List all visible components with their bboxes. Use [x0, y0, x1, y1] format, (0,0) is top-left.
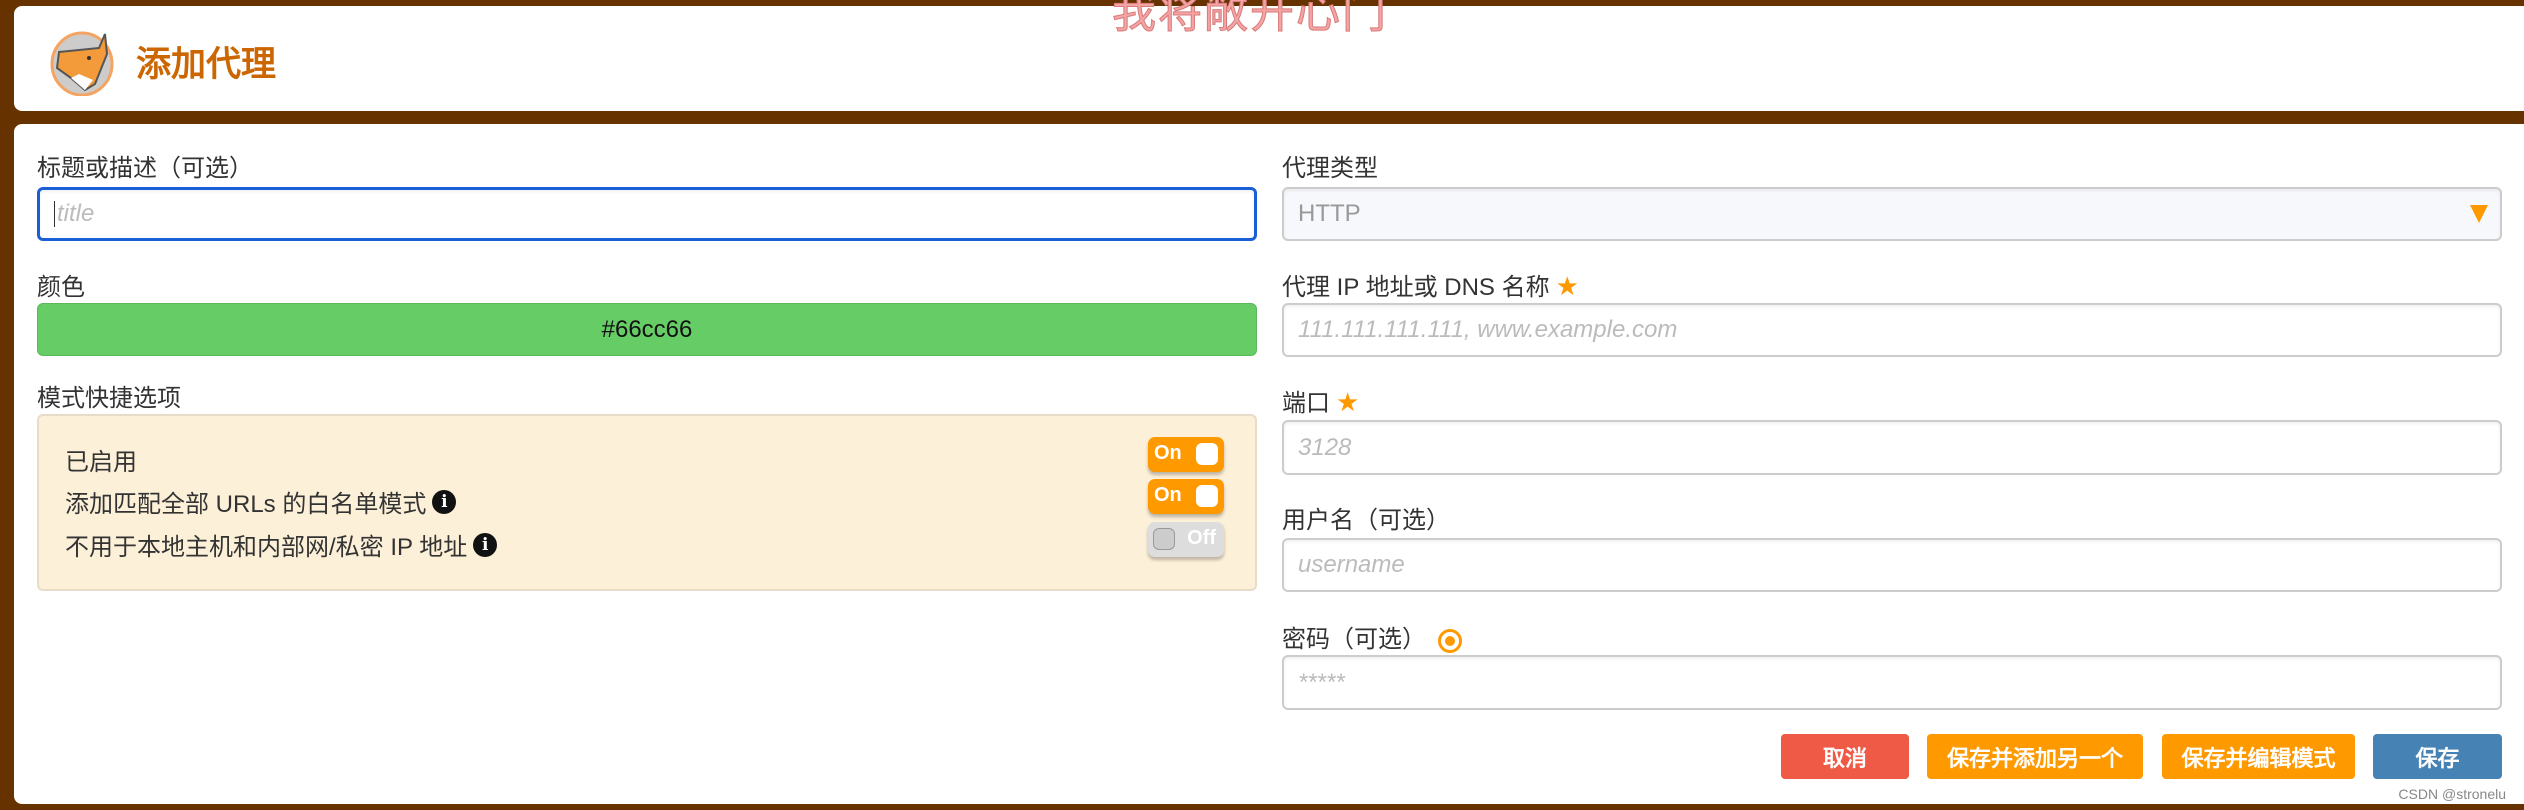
username-label: 用户名（可选）	[1282, 507, 1450, 534]
password-label: 密码（可选）	[1282, 626, 1426, 653]
host-placeholder: 111.111.111.111, www.example.com	[1298, 316, 1678, 343]
eye-icon[interactable]	[1438, 628, 1462, 653]
pattern-label: 添加匹配全部 URLs 的白名单模式	[65, 491, 427, 518]
toggle-text: Off	[1187, 527, 1216, 549]
dropdown-arrow-icon	[2470, 205, 2488, 223]
pattern-row-enabled: 已启用	[65, 442, 137, 477]
fox-logo-icon	[50, 31, 114, 96]
title-placeholder: title	[57, 200, 95, 227]
pattern-label: 已启用	[65, 449, 137, 476]
required-star-icon: ★	[1555, 271, 1579, 301]
color-picker[interactable]: #66cc66	[37, 303, 1257, 356]
port-placeholder: 3128	[1298, 433, 1352, 461]
password-label-wrap: 密码（可选）	[1282, 619, 1462, 654]
port-input[interactable]: 3128	[1282, 420, 2502, 475]
watermark-text: 我将敞开心门	[1112, 0, 1388, 38]
credit-text: CSDN @stronelu	[2398, 786, 2506, 802]
page-title: 添加代理	[136, 45, 277, 84]
color-label: 颜色	[37, 274, 85, 301]
info-icon[interactable]: i	[432, 489, 457, 514]
port-label-wrap: 端口 ★	[1282, 383, 1359, 418]
username-placeholder: username	[1298, 551, 1405, 578]
host-label: 代理 IP 地址或 DNS 名称	[1282, 274, 1550, 301]
toggle-enabled[interactable]: On	[1148, 437, 1224, 472]
cancel-button[interactable]: 取消	[1781, 734, 1909, 779]
proxy-type-select[interactable]: HTTP	[1282, 187, 2502, 241]
password-placeholder: *****	[1298, 668, 1345, 696]
save-and-add-another-button[interactable]: 保存并添加另一个	[1927, 734, 2143, 779]
toggle-text: On	[1154, 484, 1182, 506]
port-label: 端口	[1282, 390, 1330, 417]
host-input[interactable]: 111.111.111.111, www.example.com	[1282, 303, 2502, 357]
pattern-shortcuts-label: 模式快捷选项	[37, 385, 181, 412]
proxy-type-value: HTTP	[1298, 200, 1361, 227]
pattern-row-local: 不用于本地主机和内部网/私密 IP 地址 i	[65, 527, 498, 562]
pattern-row-whitelist: 添加匹配全部 URLs 的白名单模式 i	[65, 484, 457, 519]
host-label-wrap: 代理 IP 地址或 DNS 名称 ★	[1282, 267, 1579, 302]
title-input[interactable]: title	[37, 187, 1257, 241]
save-button[interactable]: 保存	[2373, 734, 2502, 779]
info-icon[interactable]: i	[473, 532, 498, 557]
save-and-edit-patterns-button[interactable]: 保存并编辑模式	[2162, 734, 2355, 779]
username-input[interactable]: username	[1282, 538, 2502, 592]
proxy-type-label: 代理类型	[1282, 155, 1378, 182]
required-star-icon: ★	[1336, 387, 1360, 417]
pattern-shortcuts-box: 已启用 添加匹配全部 URLs 的白名单模式 i 不用于本地主机和内部网/私密 I…	[37, 414, 1257, 591]
toggle-text: On	[1154, 442, 1182, 464]
title-label: 标题或描述（可选）	[37, 155, 253, 182]
pattern-label: 不用于本地主机和内部网/私密 IP 地址	[65, 534, 468, 561]
toggle-local[interactable]: Off	[1148, 522, 1224, 557]
password-input[interactable]: *****	[1282, 655, 2502, 710]
toggle-whitelist[interactable]: On	[1148, 479, 1224, 514]
